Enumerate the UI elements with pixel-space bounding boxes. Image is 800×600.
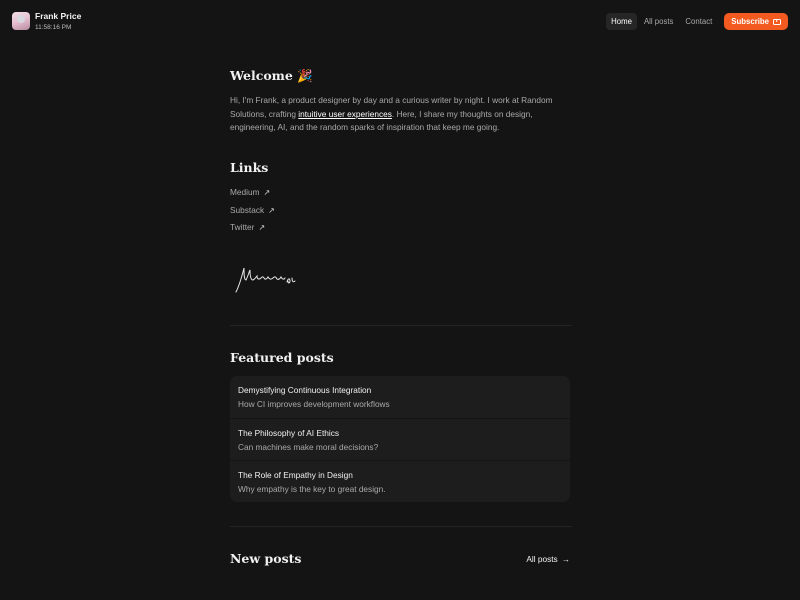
all-posts-label: All posts [526,554,558,564]
all-posts-link[interactable]: All posts → [526,554,570,564]
link-substack[interactable]: Substack ↗ [230,205,275,215]
divider [230,526,572,527]
intuitive-user-experiences-link[interactable]: intuitive user experiences [298,109,392,119]
main-nav: Home All posts Contact Subscribe [604,13,788,30]
avatar[interactable] [12,12,30,30]
link-twitter-label: Twitter [230,222,255,232]
featured-post-item[interactable]: The Philosophy of AI Ethics Can machines… [230,418,570,460]
post-title: Demystifying Continuous Integration [238,385,372,395]
links-heading: Links [230,160,269,175]
nav-all-posts[interactable]: All posts [639,13,678,30]
featured-posts-heading: Featured posts [230,350,334,365]
subscribe-button[interactable]: Subscribe [724,13,788,30]
arrow-up-right-icon: ↗ [263,187,271,197]
arrow-up-right-icon: ↗ [258,222,266,232]
arrow-right-icon: → [561,554,570,564]
post-title: The Philosophy of AI Ethics [238,428,340,438]
featured-post-item[interactable]: The Role of Empathy in Design Why empath… [230,460,570,502]
new-posts-heading: New posts [230,551,302,566]
welcome-heading: Welcome 🎉 [230,68,313,83]
post-title: The Role of Empathy in Design [238,470,353,480]
featured-posts-list: Demystifying Continuous Integration How … [230,376,570,502]
arrow-up-right-icon: ↗ [268,205,275,215]
link-twitter[interactable]: Twitter ↗ [230,222,265,232]
link-substack-label: Substack [230,205,265,215]
featured-post-item[interactable]: Demystifying Continuous Integration How … [230,376,570,418]
link-medium-label: Medium [230,187,260,197]
signature-image [235,267,296,293]
top-bar: Frank Price 11:58:16 PM Home All posts C… [0,0,800,44]
post-description: Why empathy is the key to great design. [238,484,386,494]
post-description: Can machines make moral decisions? [238,442,379,452]
youtube-icon [773,18,781,25]
user-name: Frank Price [35,11,82,21]
divider [230,325,572,326]
post-description: How CI improves development workflows [238,399,390,409]
bio-text: Hi, I'm Frank, a product designer by day… [230,94,570,135]
nav-contact[interactable]: Contact [680,13,717,30]
link-medium[interactable]: Medium ↗ [230,187,270,197]
clock-time: 11:58:16 PM [35,24,72,31]
subscribe-label: Subscribe [731,17,769,26]
nav-home[interactable]: Home [606,13,637,30]
